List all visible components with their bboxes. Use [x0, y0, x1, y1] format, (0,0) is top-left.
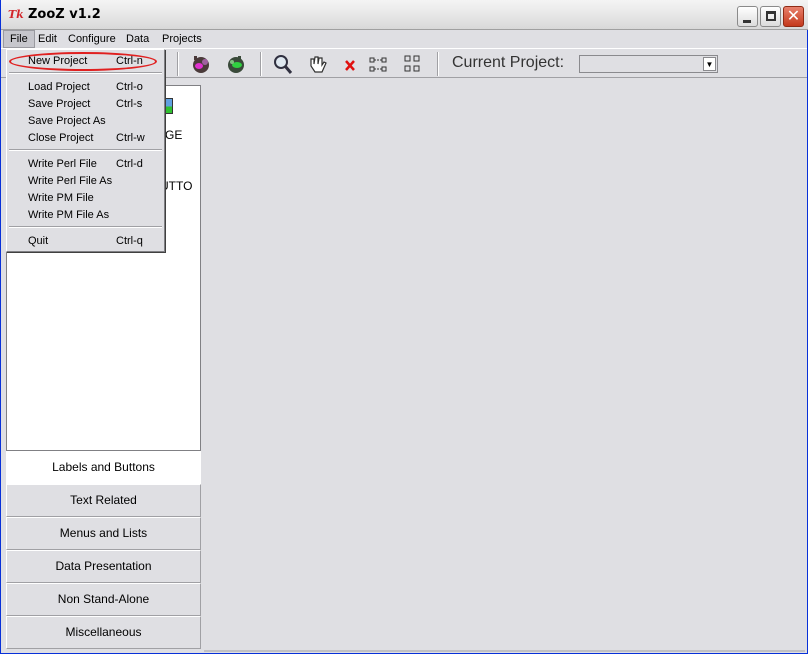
tk-logo-icon: Tk: [8, 8, 24, 21]
minimize-icon: [743, 20, 751, 23]
menu-item-quit[interactable]: Quit Ctrl-q: [7, 233, 164, 250]
file-menu-dropdown: New Project Ctrl-n Load Project Ctrl-o S…: [6, 49, 165, 252]
menu-item-write-perl-file-as[interactable]: Write Perl File As: [7, 173, 164, 190]
menu-item-save-project[interactable]: Save Project Ctrl-s: [7, 96, 164, 113]
menu-separator: [9, 149, 162, 151]
menu-item-save-project-as[interactable]: Save Project As: [7, 113, 164, 130]
menu-bar: File Edit Configure Data Projects: [1, 30, 807, 48]
category-labels-and-buttons[interactable]: Labels and Buttons: [6, 451, 201, 484]
close-button[interactable]: ✕: [783, 6, 804, 27]
maximize-button[interactable]: [760, 6, 781, 27]
menu-item-label: Write PM File: [28, 192, 94, 204]
menu-separator: [9, 226, 162, 228]
menu-item-load-project[interactable]: Load Project Ctrl-o: [7, 79, 164, 96]
menu-edit[interactable]: Edit: [32, 30, 63, 48]
title-bar[interactable]: Tk ZooZ v1.2 ✕: [1, 0, 808, 30]
menu-item-write-perl-file[interactable]: Write Perl File Ctrl-d: [7, 156, 164, 173]
menu-item-write-pm-file-as[interactable]: Write PM File As: [7, 207, 164, 224]
delete-icon[interactable]: [340, 52, 362, 76]
toolbar-separator: [437, 52, 439, 76]
workspace-canvas[interactable]: [204, 85, 805, 651]
category-menus-and-lists[interactable]: Menus and Lists: [6, 517, 201, 550]
widget-label-fragment: GE: [165, 128, 183, 142]
current-project-select[interactable]: ▼: [579, 55, 718, 73]
grid-icon[interactable]: [402, 52, 424, 76]
menu-item-accel: Ctrl-d: [116, 158, 143, 170]
menu-item-label: Close Project: [28, 132, 94, 144]
menu-configure[interactable]: Configure: [62, 30, 122, 48]
menu-projects[interactable]: Projects: [156, 30, 208, 48]
menu-item-accel: Ctrl-o: [116, 81, 143, 93]
category-non-stand-alone[interactable]: Non Stand-Alone: [6, 583, 201, 616]
category-text-related[interactable]: Text Related: [6, 484, 201, 517]
window-title: ZooZ v1.2: [28, 7, 101, 22]
hand-icon[interactable]: [306, 52, 328, 76]
menu-item-label: Save Project As: [28, 115, 106, 127]
menu-item-label: Quit: [28, 235, 49, 247]
category-data-presentation[interactable]: Data Presentation: [6, 550, 201, 583]
menu-item-write-pm-file[interactable]: Write PM File: [7, 190, 164, 207]
bottom-strip: [204, 650, 805, 652]
toolbar-separator: [177, 52, 179, 76]
highlight-ring: [9, 52, 157, 71]
perl-module-icon[interactable]: [225, 52, 247, 76]
menu-data[interactable]: Data: [120, 30, 155, 48]
menu-separator: [9, 72, 162, 74]
perl-script-icon[interactable]: [190, 52, 212, 76]
menu-item-accel: Ctrl-w: [116, 132, 145, 144]
menu-item-label: Write Perl File As: [28, 175, 113, 187]
menu-item-close-project[interactable]: Close Project Ctrl-w: [7, 130, 164, 147]
hierarchy-icon[interactable]: [368, 52, 390, 76]
current-project-label: Current Project:: [452, 54, 565, 71]
menu-item-label: Load Project: [28, 81, 90, 93]
menu-file[interactable]: File: [3, 30, 35, 48]
menu-item-label: Save Project: [28, 98, 91, 110]
minimize-button[interactable]: [737, 6, 758, 27]
maximize-icon: [766, 11, 776, 21]
menu-item-label: Write PM File As: [28, 209, 110, 221]
close-icon: ✕: [786, 8, 801, 25]
menu-item-accel: Ctrl-q: [116, 235, 143, 247]
menu-item-label: Write Perl File: [28, 158, 97, 170]
toolbar-separator: [260, 52, 262, 76]
zoom-icon[interactable]: [272, 52, 294, 76]
app-window: Tk ZooZ v1.2 ✕ File Edit Configure Data …: [0, 0, 808, 654]
dropdown-arrow-icon[interactable]: ▼: [703, 57, 716, 71]
menu-item-accel: Ctrl-s: [116, 98, 143, 110]
category-miscellaneous[interactable]: Miscellaneous: [6, 616, 201, 649]
